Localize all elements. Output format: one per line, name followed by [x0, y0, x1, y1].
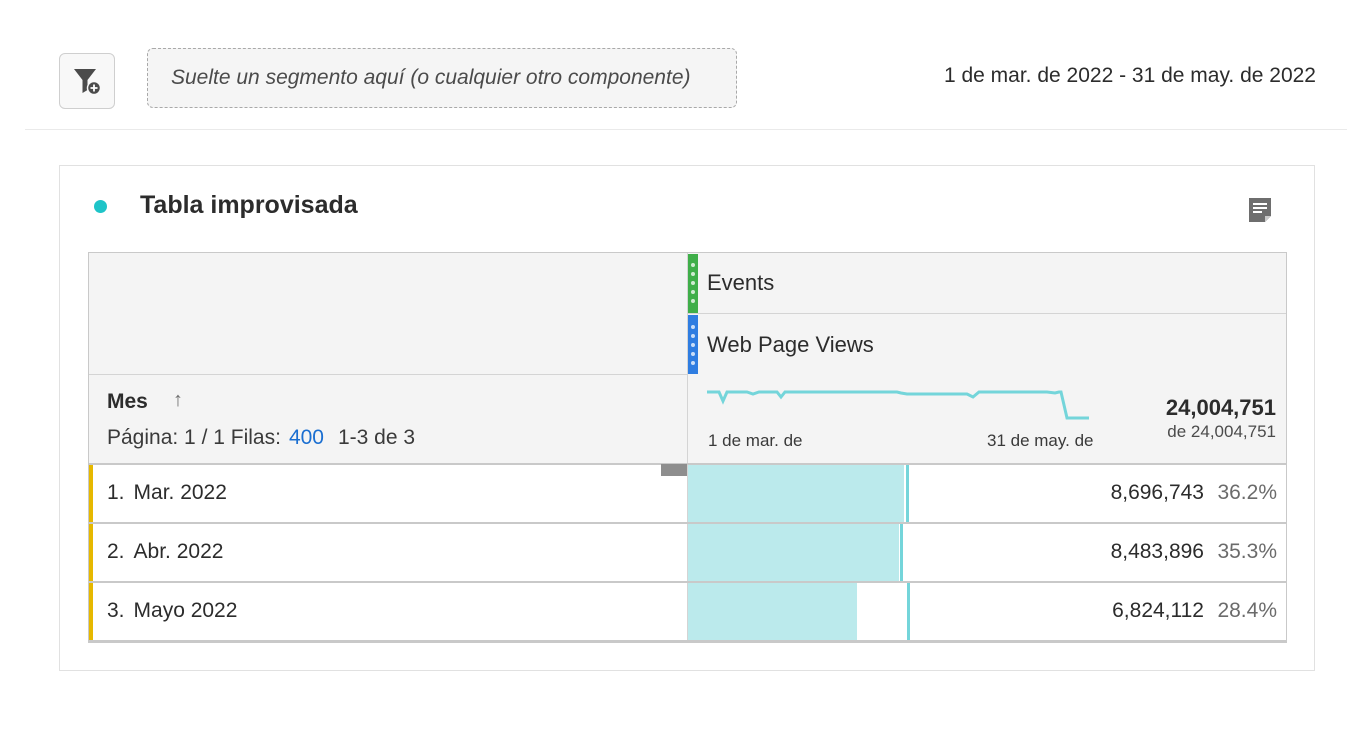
filter-add-icon	[74, 69, 102, 96]
pager-text: Página: 1 / 1 Filas:	[107, 426, 281, 449]
row-value: 8,696,743	[1110, 481, 1204, 504]
trend-marker	[900, 524, 903, 581]
sort-ascending-icon[interactable]: ↑	[173, 389, 183, 412]
row-percent: 35.3%	[1217, 540, 1277, 563]
panel-status-dot	[94, 200, 107, 213]
dimension-name[interactable]: Mes	[107, 390, 148, 414]
row-marker	[89, 583, 93, 640]
toolbar-divider	[25, 129, 1347, 130]
add-segment-button[interactable]	[59, 53, 115, 109]
segment-drop-zone[interactable]: Suelte un segmento aquí (o cualquier otr…	[147, 48, 737, 108]
row-marker	[89, 524, 93, 581]
metric-column-events[interactable]: Events	[688, 253, 1286, 314]
trend-marker	[907, 583, 910, 640]
table-row[interactable]: 1. Mar. 2022 8,696,743 36.2%	[89, 464, 1286, 524]
metric-column-web-page-views[interactable]: Web Page Views	[688, 314, 1286, 375]
row-marker	[89, 465, 93, 522]
freeform-table: Events Web Page Views Mes ↑ Página: 1 / …	[88, 252, 1287, 643]
freeform-panel: Tabla improvisada Events Web Page Views …	[59, 165, 1315, 671]
row-label: 2. Abr. 2022	[107, 540, 224, 563]
metric-cell: 8,696,743 36.2%	[687, 465, 1286, 522]
row-percent: 28.4%	[1217, 599, 1277, 622]
metric-header: Events Web Page Views	[89, 253, 1286, 375]
value-bar	[688, 583, 857, 640]
row-range: 1-3 de 3	[337, 426, 416, 449]
drop-zone-text: Suelte un segmento aquí (o cualquier otr…	[171, 66, 691, 89]
metric-label: Web Page Views	[707, 331, 874, 357]
sparkline-end-label: 31 de may. de	[987, 431, 1094, 450]
column-total: 24,004,751	[1165, 395, 1276, 420]
column-divider	[687, 375, 688, 463]
panel-title[interactable]: Tabla improvisada	[140, 191, 358, 220]
table-row[interactable]: 2. Abr. 2022 8,483,896 35.3%	[89, 524, 1286, 583]
drag-handle-icon[interactable]	[688, 253, 698, 313]
segment-toolbar: Suelte un segmento aquí (o cualquier otr…	[0, 0, 1356, 130]
metric-cell: 8,483,896 35.3%	[687, 524, 1286, 581]
metric-label: Events	[707, 270, 775, 295]
value-bar	[688, 465, 904, 522]
row-label: 1. Mar. 2022	[107, 481, 227, 504]
value-bar	[688, 524, 899, 581]
row-value: 6,824,112	[1112, 599, 1204, 622]
trend-marker	[906, 465, 909, 522]
pagination: Página: 1 / 1 Filas: 400 1-3 de 3	[107, 426, 415, 450]
rows-per-page-select[interactable]: 400	[289, 426, 324, 449]
sparkline-start-label: 1 de mar. de	[708, 431, 803, 450]
row-flag-icon	[661, 464, 687, 476]
dimension-header: Mes ↑ Página: 1 / 1 Filas: 400 1-3 de 3 1 …	[89, 375, 1286, 465]
notes-button[interactable]	[1246, 196, 1274, 224]
row-value: 8,483,896	[1110, 540, 1204, 563]
row-percent: 36.2%	[1217, 481, 1277, 504]
metric-cell: 6,824,112 28.4%	[687, 583, 1286, 640]
row-label: 3. Mayo 2022	[107, 599, 238, 622]
drag-handle-icon[interactable]	[688, 315, 698, 374]
column-total-of: de 24,004,751	[1167, 422, 1276, 441]
date-range-picker[interactable]: 1 de mar. de 2022 - 31 de may. de 2022	[944, 64, 1316, 88]
table-row[interactable]: 3. Mayo 2022 6,824,112 28.4%	[89, 583, 1286, 642]
trend-sparkline[interactable]	[707, 385, 1093, 427]
notes-icon	[1249, 198, 1271, 222]
